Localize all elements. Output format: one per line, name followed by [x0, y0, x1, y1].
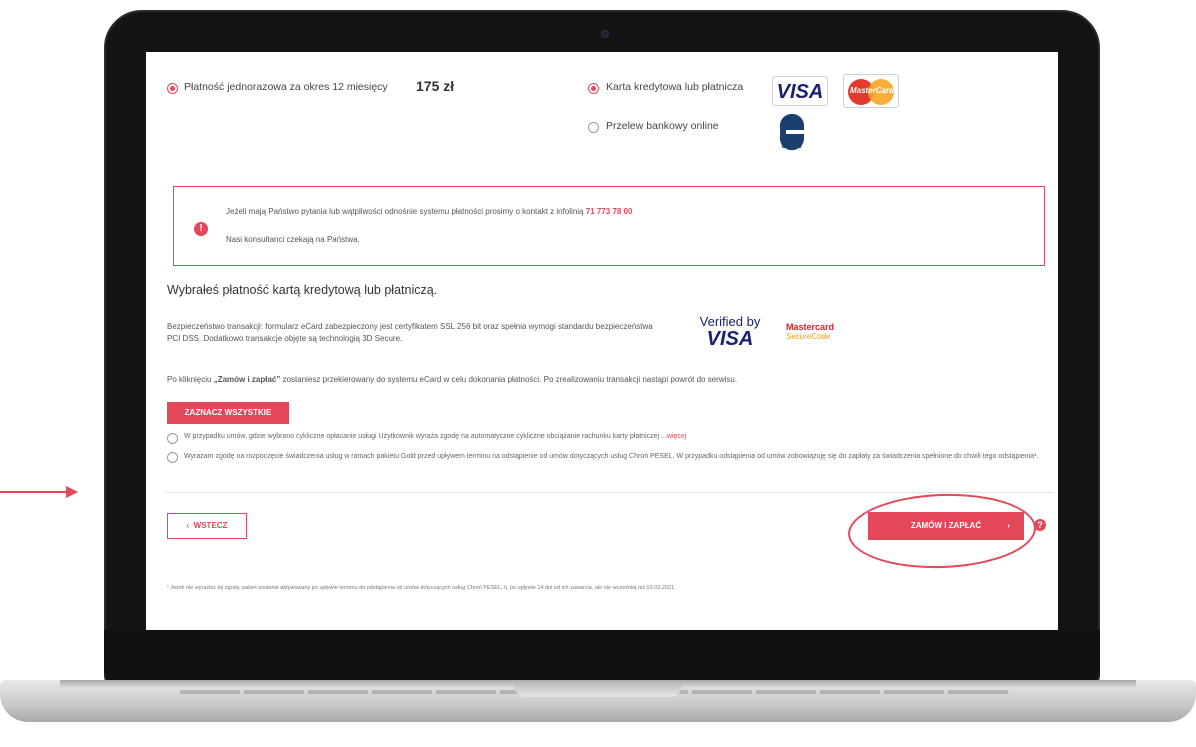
visa-logo: VISA — [772, 76, 828, 106]
card-payment-label: Karta kredytowa lub płatnicza — [606, 81, 744, 93]
screen: Płatność jednorazowa za okres 12 miesięc… — [146, 52, 1058, 630]
pointer-arrow-icon — [0, 486, 80, 498]
consent-early-start-checkbox[interactable] — [167, 452, 178, 463]
consent-recurring-text: W przypadku umów, gdzie wybrano cykliczn… — [184, 433, 660, 440]
mc-securecode-line-1: Mastercard — [786, 322, 835, 332]
footnote: ¹ Jeżeli nie wyrazisz tej zgody, pakiet … — [167, 585, 676, 591]
infoline-phone[interactable]: 71 773 78 00 — [586, 207, 633, 216]
redirect-text: Po kliknięciu „Zamów i zapłać” zostanies… — [167, 375, 737, 384]
verified-by-text: Verified by — [699, 314, 761, 329]
verified-by-visa-logo: Verified by VISA — [692, 314, 768, 349]
info-line-1: Jeżeli mają Państwo pytania lub wątpliwo… — [226, 207, 632, 216]
one-time-payment-radio[interactable] — [167, 83, 178, 94]
camera-icon — [601, 30, 609, 38]
card-payment-radio[interactable] — [588, 83, 599, 94]
consent-early-start-label: Wyrażam zgodę na rozpoczęcie świadczenia… — [184, 453, 1039, 460]
mastercard-securecode-logo: Mastercard SecureCode — [786, 322, 834, 341]
info-icon: ! — [194, 222, 208, 236]
mastercard-logo: MasterCard — [843, 74, 899, 108]
laptop-notch — [514, 683, 682, 697]
select-all-button[interactable]: ZAZNACZ WSZYSTKIE — [167, 402, 289, 424]
one-time-payment-label: Płatność jednorazowa za okres 12 miesięc… — [184, 81, 388, 93]
back-button-label: WSTECZ — [193, 521, 228, 530]
info-line-2: Nasi konsultanci czekają na Państwa. — [226, 235, 360, 244]
ecard-logo-text: CARD — [781, 144, 803, 150]
price: 175 zł — [416, 78, 455, 94]
consent-recurring-checkbox[interactable] — [167, 433, 178, 444]
redirect-post: zostaniesz przekierowany do systemu eCar… — [280, 375, 738, 384]
transfer-payment-label: Przelew bankowy online — [606, 120, 719, 132]
consent-recurring-label: W przypadku umów, gdzie wybrano cykliczn… — [184, 433, 686, 440]
back-button[interactable]: ‹ WSTECZ — [167, 513, 247, 539]
more-link[interactable]: ...więcej — [661, 433, 686, 440]
ecard-logo: CARD — [776, 113, 808, 152]
security-text: Bezpieczeństwo transakcji: formularz eCa… — [167, 322, 653, 343]
highlight-circle — [846, 490, 1038, 572]
back-chevron-icon: ‹ — [186, 521, 190, 530]
verified-visa-text: VISA — [706, 328, 754, 350]
selected-method-heading: Wybrałeś płatność kartą kredytową lub pł… — [167, 283, 438, 297]
transfer-payment-radio[interactable] — [588, 122, 599, 133]
mastercard-logo-text: MasterCard — [849, 86, 894, 95]
divider — [166, 492, 1054, 493]
mc-securecode-line-2: SecureCode — [786, 332, 831, 341]
redirect-bold: „Zamów i zapłać” — [213, 375, 281, 384]
laptop-bezel — [104, 630, 1100, 680]
info-box: ! Jeżeli mają Państwo pytania lub wątpli… — [173, 186, 1045, 266]
redirect-pre: Po kliknięciu — [167, 375, 214, 384]
info-line-1-text: Jeżeli mają Państwo pytania lub wątpliwo… — [226, 207, 584, 216]
